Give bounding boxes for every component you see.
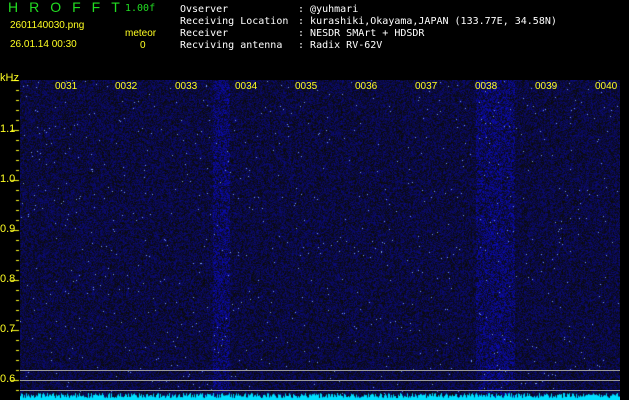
info-row: Receiver: NESDR SMArt + HDSDR [180,28,425,39]
reference-line [20,380,620,381]
freq-axis-ticks [0,80,20,400]
reference-line [20,390,620,391]
time-label: 0035 [295,81,318,92]
app-title: HROFFT [8,0,131,15]
time-label: 0040 [595,81,618,92]
filename: 2601140030.png [10,20,85,31]
reference-line [20,370,620,371]
time-label: 0031 [55,81,78,92]
time-label: 0036 [355,81,378,92]
time-label: 0038 [475,81,498,92]
time-label: 0034 [235,81,258,92]
meteor-label: meteor [125,28,157,39]
datetime: 26.01.14 00:30 [10,39,77,50]
meteor-count: 0 [140,40,146,51]
info-row: Recviving antenna: Radix RV-62V [180,40,383,51]
version: 1.00f [125,3,156,14]
info-row: Receiving Location: kurashiki,Okayama,JA… [180,16,557,27]
time-label: 0037 [415,81,438,92]
time-label: 0032 [115,81,138,92]
time-label: 0039 [535,81,558,92]
info-row: Ovserver: @yuhmari [180,4,359,15]
waterfall-spectrogram [20,80,620,400]
time-label: 0033 [175,81,198,92]
